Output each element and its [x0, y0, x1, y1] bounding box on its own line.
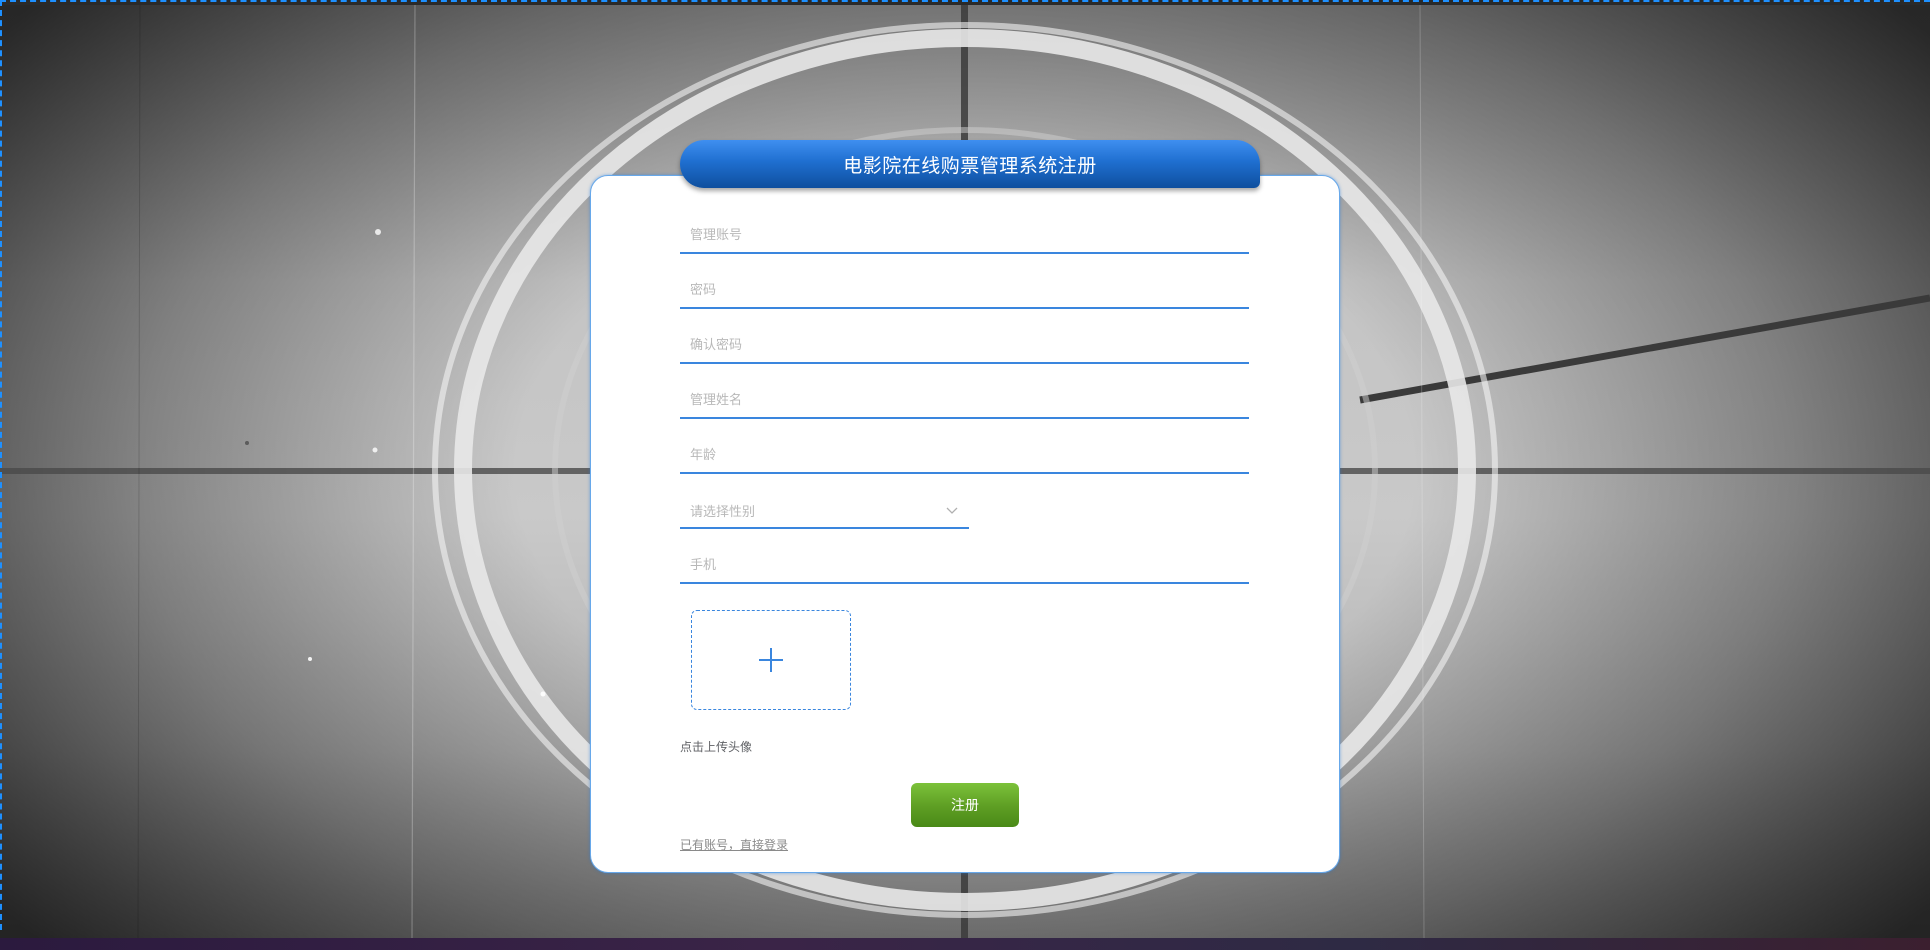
plus-icon	[759, 648, 783, 672]
account-input[interactable]	[680, 218, 1249, 252]
name-field	[680, 383, 1249, 419]
password-field	[680, 273, 1249, 309]
upload-avatar-label: 点击上传头像	[680, 740, 753, 754]
age-field	[680, 438, 1249, 474]
account-field	[680, 218, 1249, 254]
avatar-upload[interactable]	[691, 610, 851, 710]
window-left-border	[0, 0, 6, 930]
age-input[interactable]	[680, 438, 1249, 472]
password-input[interactable]	[680, 273, 1249, 307]
title-banner: 电影院在线购票管理系统注册	[680, 140, 1260, 188]
register-button[interactable]: 注册	[911, 783, 1019, 827]
chevron-down-icon	[946, 507, 958, 514]
login-link[interactable]: 已有账号，直接登录	[680, 836, 788, 853]
gender-select[interactable]: 请选择性别	[680, 493, 969, 529]
phone-field	[680, 548, 1249, 584]
phone-input[interactable]	[680, 548, 1249, 582]
confirm-password-input[interactable]	[680, 328, 1249, 362]
page-title: 电影院在线购票管理系统注册	[843, 154, 1097, 177]
name-input[interactable]	[680, 383, 1249, 417]
confirm-password-field	[680, 328, 1249, 364]
gender-select-placeholder: 请选择性别	[690, 504, 756, 520]
window-top-border	[0, 0, 1930, 5]
taskbar	[0, 938, 1930, 950]
